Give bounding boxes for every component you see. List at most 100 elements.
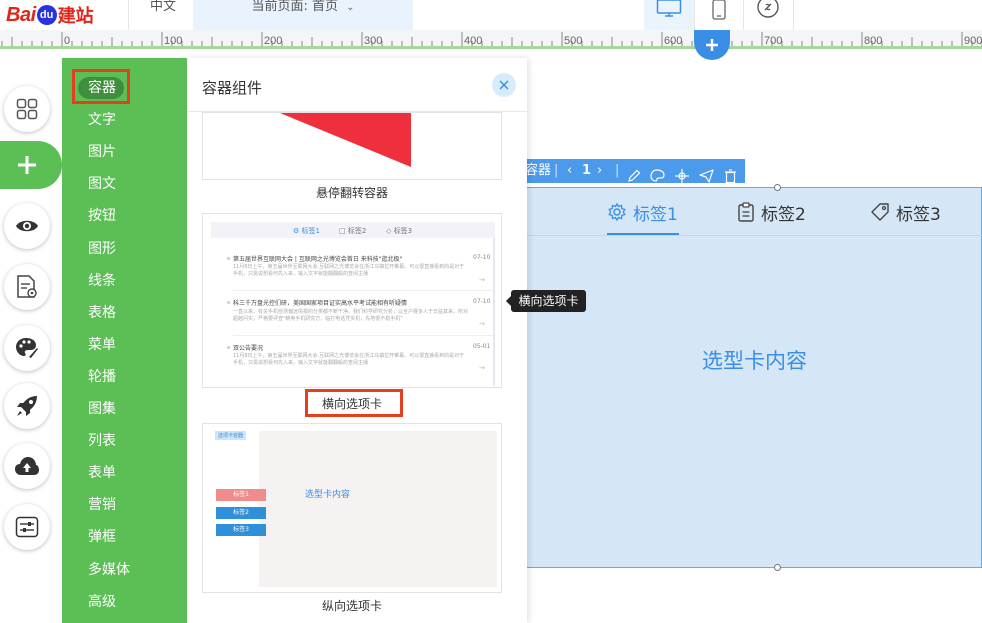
tool-pages-button[interactable] xyxy=(4,86,50,132)
category-item[interactable]: 图形 xyxy=(88,241,116,257)
tab-3[interactable]: 标签3 xyxy=(870,200,941,225)
logo-text-jianzhan: 建站 xyxy=(57,6,94,27)
page-settings-icon xyxy=(17,275,37,298)
add-section-button[interactable] xyxy=(694,30,730,60)
mini-tab-2: □ 标签2 xyxy=(339,227,367,235)
panel-close-button[interactable] xyxy=(492,73,516,97)
mini-row-divider xyxy=(233,290,493,291)
component-card-horizontal-tabs[interactable]: ⚙ 标签1 □ 标签2 ◇ 标签3 第五届世界互联网大会 | 互联网之光博览会首… xyxy=(202,213,502,388)
category-item[interactable]: 营销 xyxy=(88,497,116,513)
current-page-label: 当前页面: 首页 xyxy=(251,0,339,14)
tool-add-component-button[interactable] xyxy=(0,141,62,189)
category-item[interactable]: 轮播 xyxy=(88,369,116,385)
mini-tab-3-label: 标签3 xyxy=(393,227,413,235)
edit-icon[interactable] xyxy=(627,164,641,188)
component-toolbar: 容器 | ‹ 1 › | xyxy=(525,159,745,184)
category-item[interactable]: 多媒体 xyxy=(88,562,130,578)
mini-tab-2-label: 标签2 xyxy=(347,227,367,235)
category-item[interactable]: 文字 xyxy=(88,112,116,128)
mini-row-title: 第五届世界互联网大会 | 互联网之光博览会首日 来科技"逛北极" xyxy=(233,256,403,263)
cloud-upload-icon xyxy=(15,457,39,475)
category-item[interactable]: 按钮 xyxy=(88,208,116,224)
sliders-icon xyxy=(15,516,39,538)
clipboard-icon xyxy=(738,202,754,222)
tool-theme-button[interactable] xyxy=(4,325,50,371)
plus-icon xyxy=(18,156,36,174)
current-page-selector[interactable]: 当前页面: 首页 ⌄ xyxy=(193,0,413,30)
arrow-right-icon: → xyxy=(479,320,485,328)
tool-publish-button[interactable] xyxy=(4,383,50,429)
flip-container-preview xyxy=(280,113,411,167)
component-card-vertical-tabs[interactable]: 选项卡容器 标签1 标签2 标签3 选型卡内容 xyxy=(202,423,502,593)
mini-row-text: 11月8日上午，第五届世界互联网大会·互联网之光博览会在浙江乌镇拉开帷幕。可以很… xyxy=(233,264,465,277)
mini-row-date: 05-01 xyxy=(473,343,491,350)
mini-row-date: 07-10 xyxy=(473,298,491,305)
mini-row-date: 07-10 xyxy=(473,254,491,261)
tab-3-label: 标签3 xyxy=(896,204,941,225)
chevron-right-icon[interactable]: › xyxy=(597,159,602,183)
active-tab-indicator xyxy=(607,233,679,235)
header-divider xyxy=(128,0,129,30)
mini-content: 第五届世界互联网大会 | 互联网之光博览会首日 来科技"逛北极" 07-10 1… xyxy=(211,238,495,386)
category-item[interactable]: 线条 xyxy=(88,273,116,289)
language-switch[interactable]: 中文 xyxy=(150,0,176,14)
tool-page-settings-button[interactable] xyxy=(4,264,50,310)
send-icon[interactable] xyxy=(699,164,714,188)
mobile-icon xyxy=(712,0,726,20)
tab-2-label: 标签2 xyxy=(761,204,806,225)
plus-icon xyxy=(706,39,718,51)
tabs-component[interactable] xyxy=(527,187,982,568)
category-panel xyxy=(62,58,187,623)
toolbar-component-name[interactable]: 容器 xyxy=(525,159,551,183)
mini-row-divider xyxy=(233,335,493,336)
component-label-flip-container: 悬停翻转容器 xyxy=(315,186,388,200)
trash-icon[interactable] xyxy=(724,164,737,188)
category-item[interactable]: 图片 xyxy=(88,144,116,160)
style-icon[interactable] xyxy=(650,164,665,188)
mini-row-title: 双公告要况 xyxy=(233,345,264,352)
mini-row-dot xyxy=(227,301,230,304)
category-item[interactable]: 菜单 xyxy=(88,337,116,353)
arrow-right-icon: → xyxy=(479,276,485,284)
vertical-preview-tab-3: 标签3 xyxy=(216,524,266,536)
resize-handle-bottom[interactable] xyxy=(774,564,781,571)
tool-upload-button[interactable] xyxy=(4,443,50,489)
component-card-flip-container[interactable] xyxy=(202,112,502,180)
move-icon[interactable] xyxy=(675,164,689,188)
rocket-icon xyxy=(17,396,37,416)
category-item[interactable]: 图文 xyxy=(88,176,116,192)
logo-text-bai: Bai xyxy=(6,3,36,26)
tab-1[interactable]: 标签1 xyxy=(607,200,678,225)
tab-1-label: 标签1 xyxy=(633,204,678,225)
resize-handle-top[interactable] xyxy=(774,184,781,191)
category-item[interactable]: 高级 xyxy=(88,594,116,610)
vertical-preview-tab-1: 标签1 xyxy=(216,489,266,501)
mini-row-text: 一直以来，有关手机检测偏远情报的分类都不断干净。我们科学研究分析，以全户赛多人于… xyxy=(233,309,469,322)
chevron-left-icon[interactable]: ‹ xyxy=(567,159,572,183)
link-button[interactable] xyxy=(743,0,793,30)
component-label-vertical-tabs: 纵向选项卡 xyxy=(321,599,382,613)
desktop-icon xyxy=(656,0,682,17)
mini-row-dot xyxy=(227,346,230,349)
category-item[interactable]: 列表 xyxy=(88,433,116,449)
chevron-down-icon: ⌄ xyxy=(346,2,355,13)
category-item[interactable]: 表格 xyxy=(88,305,116,321)
mini-tab-3: ◇ 标签3 xyxy=(386,227,413,235)
mini-tabbar: ⚙ 标签1 □ 标签2 ◇ 标签3 xyxy=(211,222,495,238)
mini-row-dot xyxy=(227,257,230,260)
toolbar-divider: | xyxy=(554,163,559,178)
category-item[interactable]: 图集 xyxy=(88,401,116,417)
tab-2[interactable]: 标签2 xyxy=(737,200,806,225)
tab-content-text: 选型卡内容 xyxy=(702,349,807,373)
baidu-jianzhan-logo[interactable]: Bai du 建站 xyxy=(6,2,94,28)
device-desktop-button[interactable] xyxy=(644,0,694,30)
tool-settings-button[interactable] xyxy=(4,504,50,550)
category-item[interactable]: 弹框 xyxy=(88,529,116,545)
top-bar: Bai du 建站 中文 当前页面: 首页 ⌄ xyxy=(0,0,982,30)
device-mobile-button[interactable] xyxy=(694,0,744,30)
tool-preview-button[interactable] xyxy=(4,203,50,249)
category-item[interactable]: 表单 xyxy=(88,465,116,481)
ruler-guide-line xyxy=(0,46,982,49)
highlight-box-category xyxy=(72,69,130,104)
gear-icon xyxy=(608,202,626,222)
